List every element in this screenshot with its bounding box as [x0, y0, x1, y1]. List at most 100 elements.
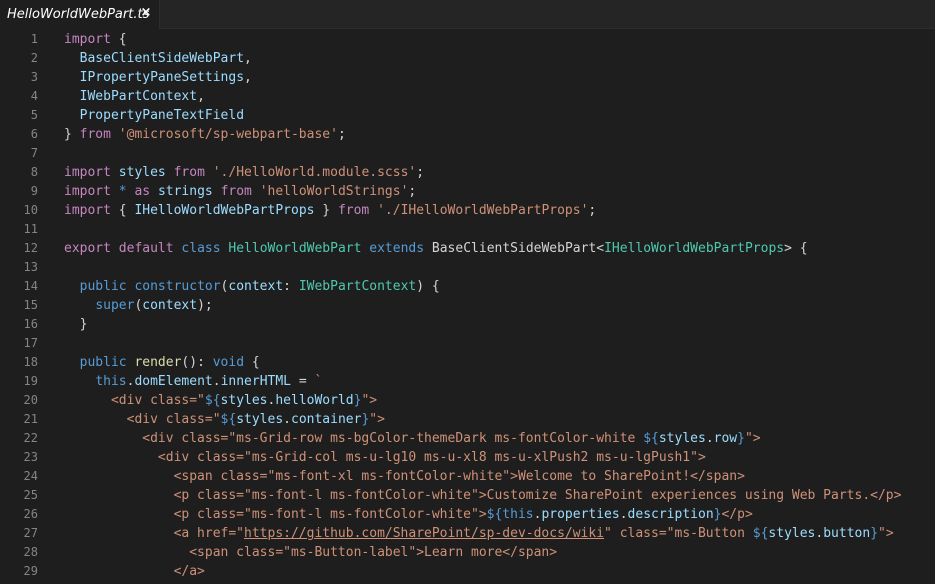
code-token: styles: [236, 412, 284, 427]
code-token: container: [291, 412, 362, 427]
code-token: styles: [220, 393, 268, 408]
line-number: 1: [30, 32, 38, 46]
code-token: render: [134, 355, 182, 370]
line-number: 14: [23, 279, 38, 293]
code-token: IWebPartContext: [298, 279, 417, 294]
code-token: ;: [337, 127, 346, 142]
line-number: 25: [23, 488, 38, 502]
line-number: 8: [30, 165, 38, 179]
code-token: .: [283, 412, 291, 427]
code-token: .: [212, 374, 221, 389]
code-token: <div class=": [64, 393, 205, 408]
line-number: 15: [23, 298, 38, 312]
code-line: 26 <p class="ms-font-l ms-fontColor-whit…: [0, 505, 935, 524]
code-text: <span class="ms-Button-label">Learn more…: [64, 543, 557, 562]
code-token: innerHTML: [220, 374, 292, 389]
code-token: import: [64, 32, 111, 47]
code-token: from: [173, 165, 205, 180]
code-line: 27 <a href="https://github.com/SharePoin…: [0, 524, 935, 543]
code-token: context: [142, 298, 198, 313]
code-text: <a href="https://github.com/SharePoint/s…: [64, 524, 894, 543]
code-line: 7: [0, 144, 935, 163]
code-line: 16 }: [0, 315, 935, 334]
code-token: ${: [752, 526, 769, 541]
code-editor[interactable]: HelloWorldWebPart.ts × 1 import {2 BaseCl…: [0, 0, 935, 584]
code-area[interactable]: 1 import {2 BaseClientSideWebPart, 3 IProp…: [0, 29, 935, 584]
line-number: 12: [23, 241, 38, 255]
code-text: public constructor(context: IWebPartCont…: [64, 277, 440, 296]
line-number: 26: [23, 507, 38, 521]
code-text: import styles from './HelloWorld.module.…: [64, 163, 424, 182]
code-line: 2 BaseClientSideWebPart,: [0, 49, 935, 68]
code-text: IPropertyPaneSettings,: [64, 68, 252, 87]
code-token: from: [220, 184, 252, 199]
code-token: ;: [588, 203, 597, 218]
code-line: 3 IPropertyPaneSettings,: [0, 68, 935, 87]
code-line: 20 <div class="${styles.helloWorld}">: [0, 391, 935, 410]
code-token: ">: [744, 431, 761, 446]
code-token: class: [181, 241, 221, 256]
code-token: public: [79, 355, 127, 370]
tab-hello-world-webpart[interactable]: HelloWorldWebPart.ts ×: [0, 0, 160, 29]
code-token: IWebPartContext: [79, 89, 198, 104]
code-token: {: [110, 203, 135, 218]
code-line: 6} from '@microsoft/sp-webpart-base';: [0, 125, 935, 144]
code-text: import {: [64, 30, 127, 49]
code-token: ,: [244, 70, 252, 85]
code-token: export: [64, 241, 111, 256]
code-token: .: [619, 507, 628, 522]
code-token: strings: [157, 184, 213, 199]
code-token: IHelloWorldWebPartProps: [134, 203, 315, 218]
code-line: 14 public constructor(context: IWebPartC…: [0, 277, 935, 296]
close-icon[interactable]: ×: [139, 6, 153, 20]
code-text: <div class="ms-Grid-col ms-u-lg10 ms-u-x…: [64, 448, 706, 467]
code-token: {: [244, 355, 260, 370]
code-token: ) {: [416, 279, 440, 294]
code-token: ${: [643, 431, 659, 446]
code-token: 'helloWorldStrings': [259, 184, 409, 199]
code-token: BaseClientSideWebPart<: [431, 241, 605, 256]
code-token: }: [314, 203, 338, 218]
code-line: 12 export default class HelloWorldWebPart…: [0, 239, 935, 258]
code-token: void: [212, 355, 245, 370]
code-text: <span class="ms-font-xl ms-fontColor-whi…: [64, 467, 745, 486]
code-token: constructor: [134, 279, 221, 294]
line-number: 9: [30, 184, 38, 198]
code-token: *: [118, 184, 127, 199]
code-token: styles: [118, 165, 166, 180]
code-token: '@microsoft/sp-webpart-base': [118, 127, 338, 142]
code-line: 18 public render(): void {: [0, 353, 935, 372]
code-token: `: [314, 374, 323, 389]
code-token: .: [705, 431, 714, 446]
code-token: helloWorld: [275, 393, 354, 408]
line-number: 21: [23, 412, 38, 426]
code-token: this: [502, 507, 534, 522]
code-token: ">: [878, 526, 894, 541]
code-token: button: [823, 526, 871, 541]
line-number: 27: [23, 526, 38, 540]
code-token: </p>: [721, 507, 753, 522]
line-number: 10: [23, 203, 38, 217]
code-line: 5 PropertyPaneTextField: [0, 106, 935, 125]
line-number: 20: [23, 393, 38, 407]
code-token: <p class="ms-font-l ms-fontColor-white">…: [64, 488, 902, 503]
code-text: export default class HelloWorldWebPart e…: [64, 239, 808, 258]
code-token: styles: [768, 526, 816, 541]
tab-bar: HelloWorldWebPart.ts ×: [0, 0, 935, 29]
code-token[interactable]: https://github.com/SharePoint/sp-dev-doc…: [244, 526, 604, 541]
code-text: import { IHelloWorldWebPartProps } from …: [64, 201, 596, 220]
code-token: }: [737, 431, 745, 446]
code-token: row: [713, 431, 738, 446]
code-token: }: [64, 127, 80, 142]
tab-title: HelloWorldWebPart.ts: [7, 7, 150, 22]
code-token: extends: [369, 241, 425, 256]
code-token: <div class="ms-Grid-col ms-u-lg10 ms-u-x…: [64, 450, 706, 465]
code-text: <div class="${styles.container}">: [64, 410, 385, 429]
code-line: 11: [0, 220, 935, 239]
code-line: 9 import * as strings from 'helloWorldStr…: [0, 182, 935, 201]
